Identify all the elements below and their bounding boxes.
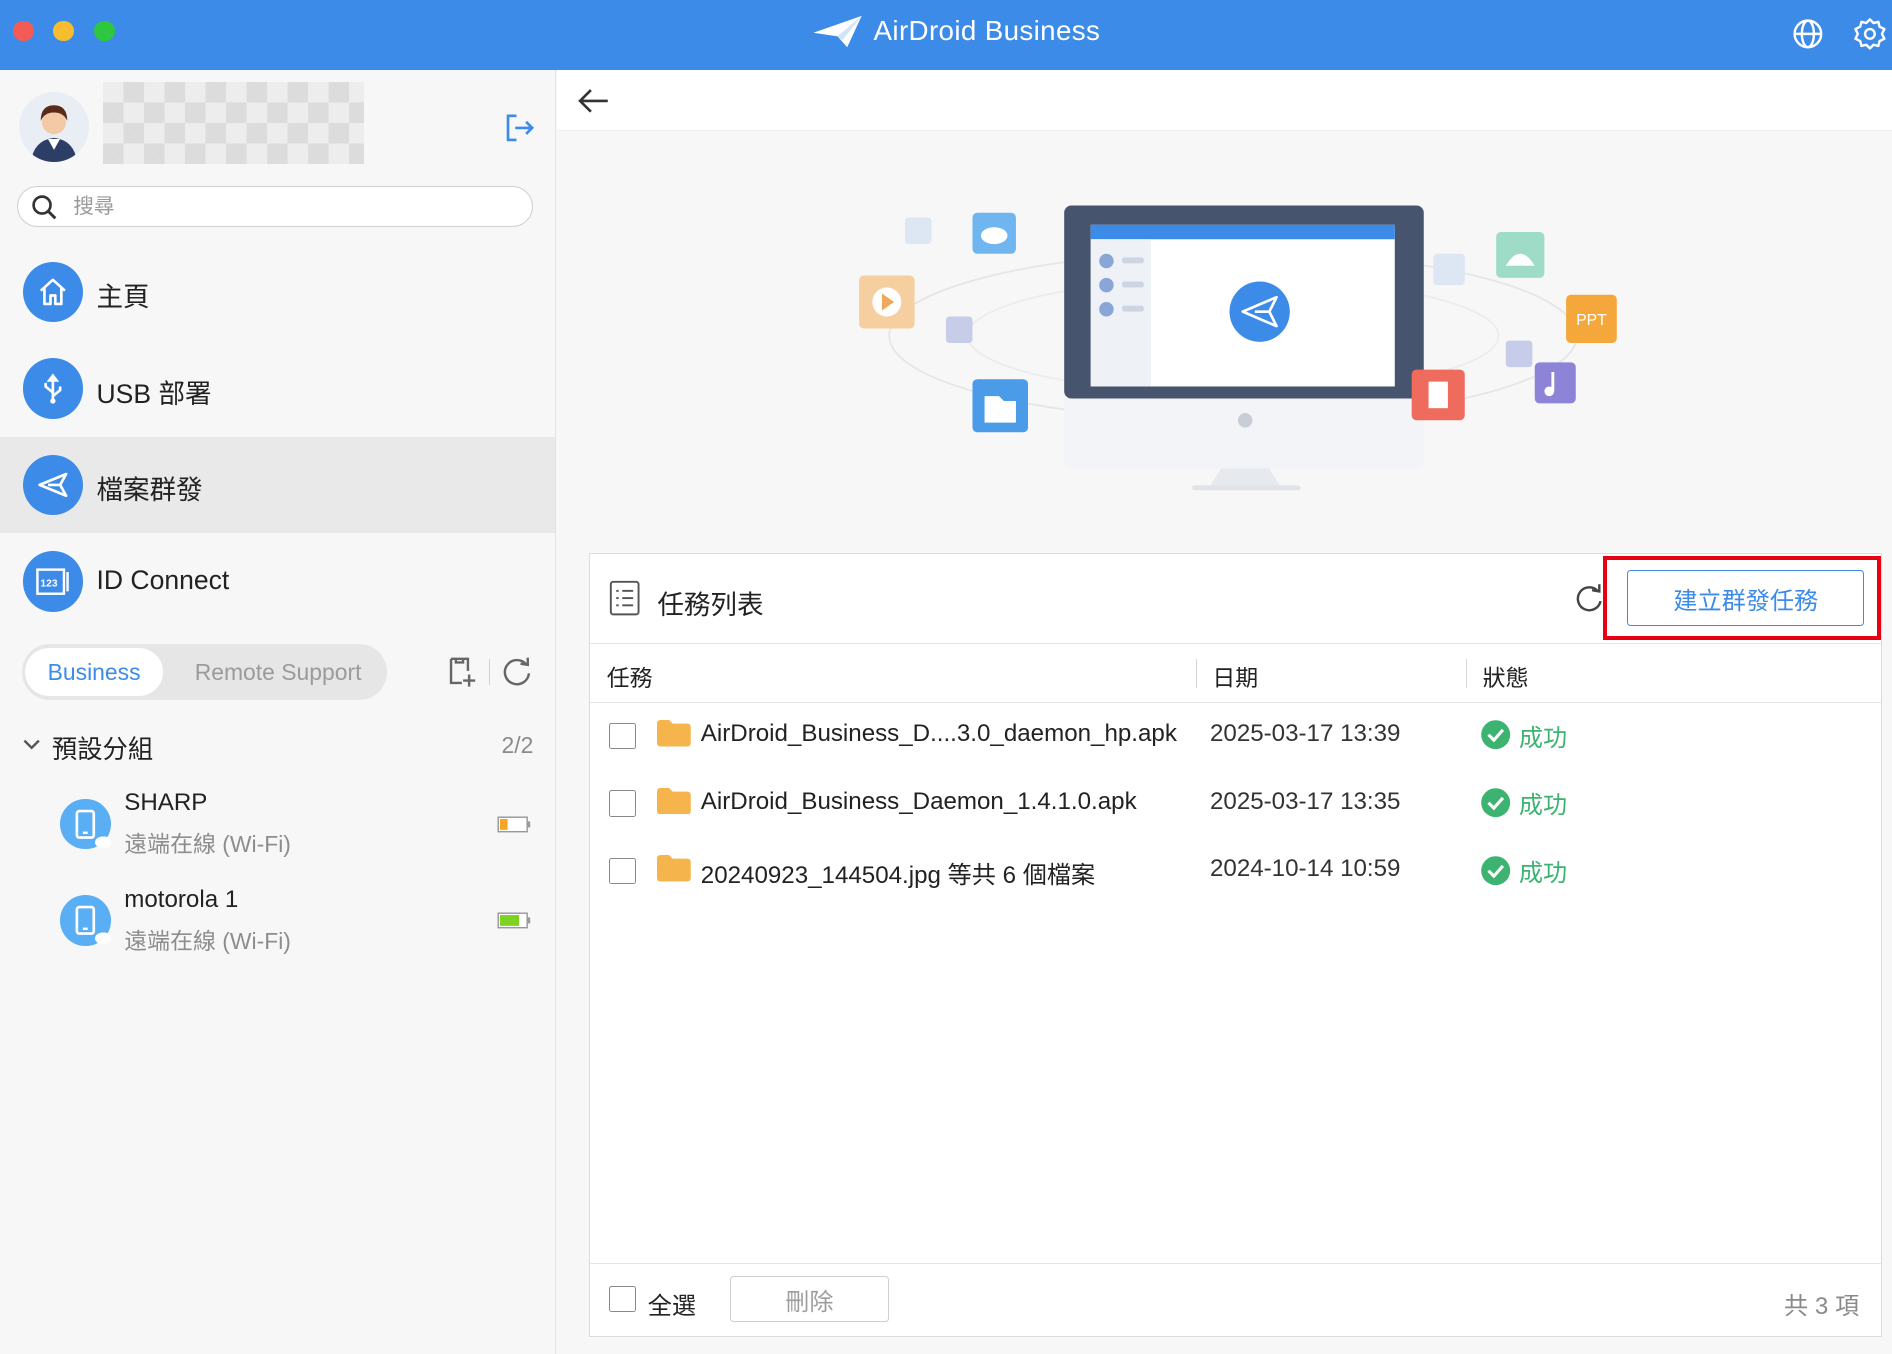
- app-window: AirDroid Business 搜尋 主頁 USB 部署 檔案群發 123 …: [0, 0, 1892, 1354]
- row-checkbox[interactable]: [609, 790, 636, 817]
- search-box[interactable]: [16, 185, 534, 227]
- task-status-text: 成功: [1518, 859, 1568, 887]
- nav-id-connect[interactable]: 123 ID Connect: [0, 533, 555, 630]
- folder-icon: [657, 720, 692, 747]
- globe-icon[interactable]: [1791, 17, 1825, 51]
- minimize-window-button[interactable]: [53, 20, 74, 41]
- main-content: PPT 任務列表 建立群發任務 任務 日期 狀態 AirDroid_Busine…: [557, 69, 1892, 1354]
- back-arrow-icon[interactable]: [574, 84, 613, 118]
- table-row[interactable]: AirDroid_Business_Daemon_1.4.1.0.apk 202…: [590, 771, 1881, 839]
- refresh-icon[interactable]: [500, 654, 534, 688]
- total-count: 共 3 項: [1784, 1292, 1860, 1320]
- device-status: 遠端在線 (Wi-Fi): [124, 927, 291, 954]
- logout-icon[interactable]: [502, 111, 536, 145]
- device-group-header[interactable]: 預設分組 2/2: [22, 728, 534, 769]
- svg-text:123: 123: [40, 578, 57, 589]
- chevron-down-icon: [23, 739, 40, 750]
- app-title: AirDroid Business: [873, 15, 1101, 47]
- send-plane-icon: [22, 454, 84, 516]
- workspace-tab-switch: Business Remote Support: [21, 644, 388, 700]
- task-status-text: 成功: [1518, 724, 1568, 752]
- search-icon: [32, 195, 57, 220]
- task-name: AirDroid_Business_D....3.0_daemon_hp.apk: [700, 720, 1177, 748]
- toolbar-divider: [488, 658, 490, 686]
- row-checkbox[interactable]: [609, 722, 636, 750]
- panel-title: 任務列表: [657, 589, 764, 620]
- sidebar: 主頁 USB 部署 檔案群發 123 ID Connect Business R…: [0, 69, 557, 1354]
- device-name: SHARP: [124, 789, 208, 817]
- task-date: 2025-03-17 13:39: [1209, 720, 1401, 748]
- group-title: 預設分組: [51, 735, 154, 764]
- device-item[interactable]: motorola 1 遠端在線 (Wi-Fi): [58, 886, 533, 961]
- file-transfer-illustration: PPT: [859, 205, 1617, 490]
- nav-file-transfer-label: 檔案群發: [96, 475, 203, 506]
- list-document-icon: [609, 580, 640, 616]
- table-row[interactable]: 20240923_144504.jpg 等共 6 個檔案 2024-10-14 …: [590, 838, 1881, 906]
- nav-usb-deploy-label: USB 部署: [96, 378, 212, 409]
- device-item[interactable]: SHARP 遠端在線 (Wi-Fi): [58, 789, 533, 864]
- task-status: 成功: [1480, 718, 1567, 753]
- panel-footer: 全選 刪除 共 3 項: [589, 1263, 1881, 1336]
- user-avatar-icon: [19, 91, 90, 162]
- table-header: 任務 日期 狀態: [589, 644, 1881, 703]
- task-name: AirDroid_Business_Daemon_1.4.1.0.apk: [700, 787, 1137, 815]
- title-bar: AirDroid Business: [0, 0, 1892, 70]
- select-all-label[interactable]: 全選: [648, 1286, 696, 1321]
- search-input[interactable]: [70, 192, 511, 222]
- usb-icon: [22, 358, 84, 419]
- task-status: 成功: [1480, 785, 1567, 820]
- user-avatar[interactable]: [19, 91, 90, 162]
- task-status-text: 成功: [1518, 792, 1568, 820]
- add-device-icon[interactable]: [445, 654, 479, 688]
- maximize-window-button[interactable]: [94, 20, 115, 41]
- blurred-username: [102, 82, 365, 165]
- task-name: 20240923_144504.jpg 等共 6 個檔案: [700, 862, 1096, 890]
- delete-button[interactable]: 刪除: [729, 1276, 890, 1322]
- tab-business[interactable]: Business: [25, 647, 163, 697]
- column-date[interactable]: 日期: [1212, 659, 1258, 693]
- panel-header: 任務列表 建立群發任務: [589, 554, 1881, 644]
- tab-remote-support[interactable]: Remote Support: [179, 648, 378, 696]
- column-divider: [1465, 658, 1467, 688]
- svg-text:PPT: PPT: [1576, 312, 1607, 329]
- close-window-button[interactable]: [13, 20, 34, 41]
- column-divider: [1195, 658, 1197, 688]
- nav-usb-deploy[interactable]: USB 部署: [0, 340, 555, 437]
- phone-cloud-icon: [60, 798, 113, 850]
- battery-icon: [497, 912, 531, 929]
- nav-home[interactable]: 主頁: [0, 244, 555, 341]
- main-topbar: [557, 69, 1892, 132]
- task-date: 2024-10-14 10:59: [1209, 855, 1401, 883]
- column-task[interactable]: 任務: [607, 659, 653, 693]
- table-row[interactable]: AirDroid_Business_D....3.0_daemon_hp.apk…: [590, 703, 1881, 771]
- task-list-panel: 任務列表 建立群發任務 任務 日期 狀態 AirDroid_Business_D…: [588, 552, 1883, 1337]
- check-circle-icon: [1481, 855, 1511, 885]
- phone-cloud-icon: [60, 895, 113, 946]
- nav-home-label: 主頁: [96, 282, 150, 313]
- folder-icon: [657, 855, 692, 882]
- highlight-annotation-box: [1603, 556, 1881, 641]
- task-date: 2025-03-17 13:35: [1209, 787, 1401, 815]
- app-brand: AirDroid Business: [811, 7, 1100, 55]
- folder-icon: [657, 787, 692, 815]
- task-status: 成功: [1480, 853, 1567, 888]
- home-icon: [22, 261, 84, 323]
- id-123-icon: 123: [22, 551, 84, 612]
- check-circle-icon: [1481, 720, 1511, 750]
- group-count: 2/2: [501, 732, 534, 759]
- row-checkbox[interactable]: [609, 857, 636, 885]
- device-name: motorola 1: [124, 885, 239, 913]
- refresh-tasks-icon[interactable]: [1574, 583, 1605, 614]
- column-status[interactable]: 狀態: [1483, 659, 1529, 693]
- select-all-checkbox[interactable]: [609, 1285, 636, 1313]
- device-status: 遠端在線 (Wi-Fi): [124, 831, 291, 858]
- battery-icon: [497, 816, 531, 833]
- settings-gear-icon[interactable]: [1853, 17, 1887, 51]
- airdroid-logo-icon: [813, 15, 862, 48]
- nav-id-connect-label: ID Connect: [96, 564, 230, 595]
- check-circle-icon: [1481, 788, 1511, 818]
- nav-file-transfer[interactable]: 檔案群發: [0, 436, 556, 534]
